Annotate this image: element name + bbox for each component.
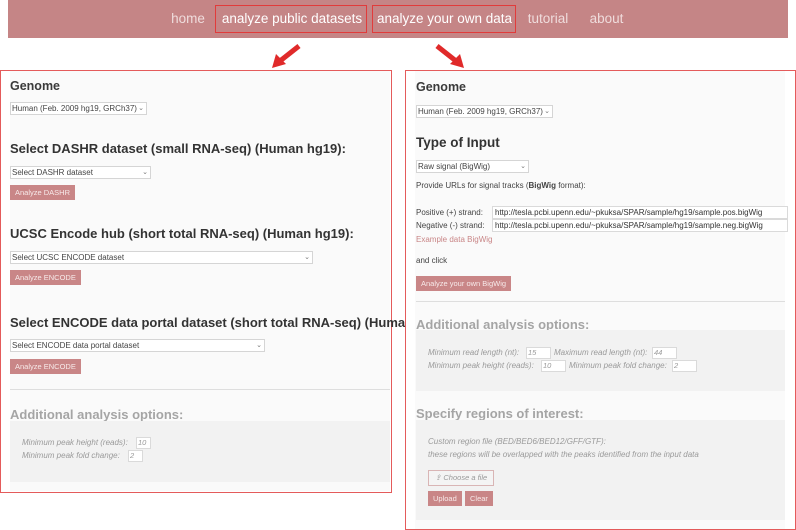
genome-select-value: Human (Feb. 2009 hg19, GRCh37) (12, 104, 137, 113)
positive-strand-label: Positive (+) strand: (416, 208, 483, 217)
analyze-portal-encode-button[interactable]: Analyze ENCODE (10, 359, 81, 374)
regions-box: Custom region file (BED/BED6/BED12/GFF/G… (416, 420, 785, 520)
custom-region-label: Custom region file (BED/BED6/BED12/GFF/G… (428, 437, 606, 446)
max-read-length-input[interactable]: 44 (652, 347, 677, 359)
highlight-box-own (372, 5, 516, 33)
select-caret-icon: ⌄ (256, 342, 262, 349)
negative-strand-url-input[interactable]: http://tesla.pcbi.upenn.edu/~pkuksa/SPAR… (492, 219, 788, 232)
provide-urls-text: Provide URLs for signal tracks (BigWig f… (416, 181, 586, 190)
ucsc-select-value: Select UCSC ENCODE dataset (12, 253, 125, 262)
analyze-own-bigwig-button[interactable]: Analyze your own BigWig (416, 276, 512, 291)
select-caret-icon: ⌄ (138, 105, 144, 112)
min-peak-height-input[interactable]: 10 (541, 360, 566, 372)
dashr-select-value: Select DASHR dataset (12, 168, 93, 177)
nav-tutorial[interactable]: tutorial (523, 0, 573, 38)
clear-button[interactable]: Clear (465, 491, 493, 506)
example-data-link[interactable]: Example data BigWig (416, 235, 492, 244)
custom-region-desc: these regions will be overlapped with th… (428, 450, 699, 459)
arrow-down-right-icon (435, 44, 464, 68)
min-peak-height-input[interactable]: 10 (136, 437, 151, 449)
min-fold-change-input[interactable]: 2 (128, 450, 143, 462)
positive-strand-url-input[interactable]: http://tesla.pcbi.upenn.edu/~pkuksa/SPAR… (492, 206, 788, 219)
provide-urls-bold: BigWig (528, 181, 556, 190)
portal-select[interactable]: Select ENCODE data portal dataset ⌄ (10, 339, 265, 352)
nav-about[interactable]: about (584, 0, 629, 38)
divider (10, 389, 390, 390)
min-peak-height-label: Minimum peak height (reads): (22, 438, 128, 447)
dashr-select[interactable]: Select DASHR dataset ⌄ (10, 166, 151, 179)
genome-select[interactable]: Human (Feb. 2009 hg19, GRCh37) ⌄ (416, 105, 553, 118)
select-caret-icon: ⌄ (520, 163, 526, 170)
nav-home[interactable]: home (163, 0, 213, 38)
max-read-length-label: Maximum read length (nt): (554, 348, 648, 357)
select-caret-icon: ⌄ (544, 108, 550, 115)
min-peak-height-label: Minimum peak height (reads): (428, 361, 534, 370)
and-click-text: and click (416, 256, 448, 265)
min-read-length-label: Minimum read length (nt): (428, 348, 520, 357)
ucsc-heading: UCSC Encode hub (short total RNA-seq) (H… (10, 226, 354, 241)
upload-icon: ⇪ (435, 473, 442, 482)
portal-select-value: Select ENCODE data portal dataset (12, 341, 140, 350)
choose-file-label: Choose a file (443, 473, 488, 482)
dashr-heading: Select DASHR dataset (small RNA-seq) (Hu… (10, 141, 346, 156)
genome-heading: Genome (416, 80, 467, 94)
negative-strand-label: Negative (-) strand: (416, 221, 485, 230)
navbar: home analyze public datasets analyze you… (8, 0, 788, 38)
select-caret-icon: ⌄ (304, 254, 310, 261)
ucsc-select[interactable]: Select UCSC ENCODE dataset ⌄ (10, 251, 313, 264)
provide-urls-prefix: Provide URLs for signal tracks ( (416, 181, 529, 190)
genome-heading: Genome (10, 79, 61, 93)
analyze-ucsc-encode-button[interactable]: Analyze ENCODE (10, 270, 81, 285)
options-box: Minimum peak height (reads): 10 Minimum … (10, 421, 390, 482)
input-type-select[interactable]: Raw signal (BigWig) ⌄ (416, 160, 529, 173)
divider (416, 301, 785, 302)
input-type-select-value: Raw signal (BigWig) (418, 162, 491, 171)
input-type-heading: Type of Input (416, 135, 500, 150)
options-heading: Additional analysis options: (10, 407, 184, 422)
min-fold-change-input[interactable]: 2 (672, 360, 697, 372)
own-data-panel: Genome Human (Feb. 2009 hg19, GRCh37) ⌄ … (405, 70, 796, 530)
min-fold-change-label: Minimum peak fold change: (22, 451, 120, 460)
portal-heading: Select ENCODE data portal dataset (short… (10, 315, 456, 330)
highlight-box-public (215, 5, 367, 33)
upload-button[interactable]: Upload (428, 491, 462, 506)
genome-select[interactable]: Human (Feb. 2009 hg19, GRCh37) ⌄ (10, 102, 147, 115)
select-caret-icon: ⌄ (142, 169, 148, 176)
analyze-dashr-button[interactable]: Analyze DASHR (10, 185, 76, 200)
genome-select-value: Human (Feb. 2009 hg19, GRCh37) (418, 107, 543, 116)
public-datasets-panel: Genome Human (Feb. 2009 hg19, GRCh37) ⌄ … (0, 70, 456, 493)
arrow-down-left-icon (272, 44, 301, 68)
min-read-length-input[interactable]: 15 (526, 347, 551, 359)
regions-heading: Specify regions of interest: (416, 406, 584, 421)
min-fold-change-label: Minimum peak fold change: (569, 361, 667, 370)
provide-urls-suffix: format): (555, 181, 586, 190)
choose-file-button[interactable]: ⇪ Choose a file (428, 470, 495, 486)
options-box: Minimum read length (nt): 15 Maximum rea… (416, 330, 785, 391)
